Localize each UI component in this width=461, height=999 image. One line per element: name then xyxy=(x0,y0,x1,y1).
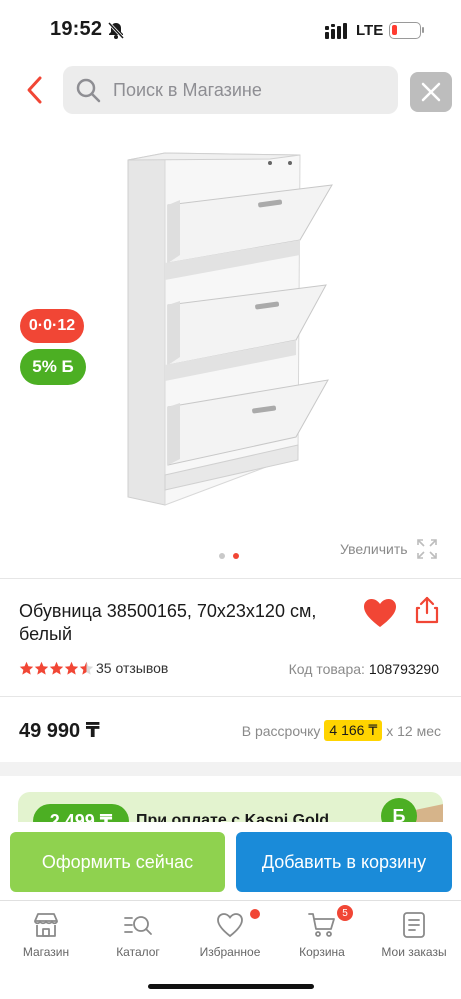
product-code-label: Код товара: xyxy=(288,661,365,677)
star-icon xyxy=(79,661,94,675)
status-time: 19:52 xyxy=(50,18,103,40)
battery-cap xyxy=(422,27,424,33)
star-icon xyxy=(19,661,34,675)
nav-item-catalog[interactable]: Каталог xyxy=(92,909,184,959)
clear-search-button[interactable] xyxy=(410,72,452,112)
zoom-button[interactable]: Увеличить xyxy=(340,538,438,560)
chevron-left-icon xyxy=(27,76,42,104)
installment-amount: 4 166 ₸ xyxy=(324,720,383,741)
divider xyxy=(0,696,461,697)
pagination-dot[interactable] xyxy=(219,553,225,559)
heart-icon xyxy=(364,599,396,627)
product-price: 49 990 ₸ xyxy=(19,720,100,742)
installment-prefix: В рассрочку xyxy=(241,722,321,739)
product-image[interactable] xyxy=(120,145,345,515)
heart-icon xyxy=(217,913,243,938)
search-bar[interactable] xyxy=(63,66,398,114)
home-indicator xyxy=(148,984,314,989)
installment-suffix: х 12 мес xyxy=(386,722,441,739)
expand-icon xyxy=(416,539,437,559)
nav-label: Корзина xyxy=(299,945,345,959)
nav-item-favorites[interactable]: Избранное xyxy=(184,909,276,959)
favorite-button[interactable] xyxy=(362,597,398,634)
mute-bell-icon xyxy=(107,21,125,44)
signal-icon xyxy=(325,23,349,44)
order-now-button[interactable]: Оформить сейчас xyxy=(10,832,225,892)
zoom-label: Увеличить xyxy=(340,541,408,557)
product-code-value: 108793290 xyxy=(368,661,439,677)
action-bar: Оформить сейчас Добавить в корзину xyxy=(0,822,461,902)
rating-stars xyxy=(19,661,94,676)
star-icon xyxy=(49,661,64,675)
orders-icon xyxy=(403,912,425,938)
nav-item-store[interactable]: Магазин xyxy=(0,909,92,959)
divider xyxy=(0,578,461,579)
search-input[interactable] xyxy=(113,66,388,114)
nav-label: Мои заказы xyxy=(381,945,447,959)
nav-label: Каталог xyxy=(116,945,160,959)
timer-badge: 0·0·12 xyxy=(20,309,84,343)
store-icon xyxy=(34,913,58,937)
share-icon xyxy=(415,596,439,624)
nav-label: Магазин xyxy=(22,945,70,959)
back-button[interactable] xyxy=(20,72,50,108)
product-code: Код товара: 108793290 xyxy=(289,661,439,677)
cart-icon xyxy=(308,913,335,937)
installment-info: В рассрочку 4 166 ₸ х 12 мес xyxy=(242,720,441,741)
network-type: LTE xyxy=(356,22,384,39)
add-to-cart-button[interactable]: Добавить в корзину xyxy=(236,832,452,892)
reviews-link[interactable]: 35 отзывов xyxy=(96,660,168,676)
product-title: Обувница 38500165, 70x23x120 см, белый xyxy=(19,601,317,644)
star-icon xyxy=(64,661,79,675)
star-icon xyxy=(34,661,49,675)
share-button[interactable] xyxy=(414,596,440,629)
cart-count-badge: 5 xyxy=(337,905,353,921)
nav-item-cart[interactable]: 5 Корзина xyxy=(276,905,368,959)
favorites-indicator xyxy=(250,909,260,919)
nav-label: Избранное xyxy=(199,945,261,959)
status-bar: 19:52 LTE xyxy=(0,0,461,60)
close-icon xyxy=(421,82,441,102)
search-icon xyxy=(75,77,101,108)
image-pagination xyxy=(219,553,239,559)
nav-item-orders[interactable]: Мои заказы xyxy=(368,909,460,959)
section-separator xyxy=(0,762,461,776)
catalog-icon xyxy=(124,916,152,935)
pagination-dot[interactable] xyxy=(233,553,239,559)
battery-icon xyxy=(389,22,421,39)
bonus-badge: 5% Б xyxy=(20,349,86,385)
